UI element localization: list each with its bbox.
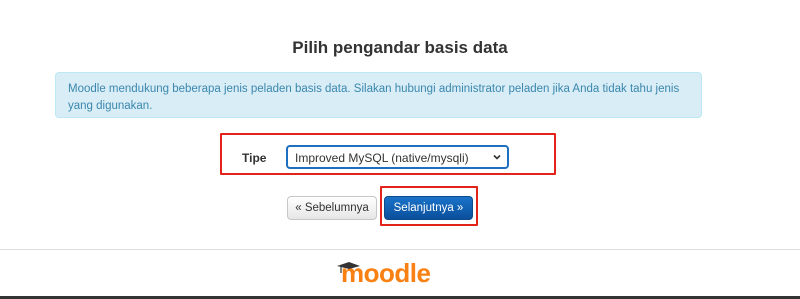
type-label: Tipe — [242, 151, 267, 165]
info-alert: Moodle mendukung beberapa jenis peladen … — [55, 72, 702, 118]
database-type-selected: Improved MySQL (native/mysqli) — [295, 151, 469, 165]
chevron-down-icon — [493, 154, 501, 160]
page-title: Pilih pengandar basis data — [292, 38, 508, 57]
graduation-cap-icon — [337, 262, 360, 273]
previous-button[interactable]: « Sebelumnya — [287, 196, 377, 220]
next-button[interactable]: Selanjutnya » — [384, 196, 473, 220]
footer-divider — [0, 249, 800, 250]
database-type-select[interactable]: Improved MySQL (native/mysqli) — [286, 145, 509, 169]
moodle-logo: moodle — [333, 258, 433, 290]
